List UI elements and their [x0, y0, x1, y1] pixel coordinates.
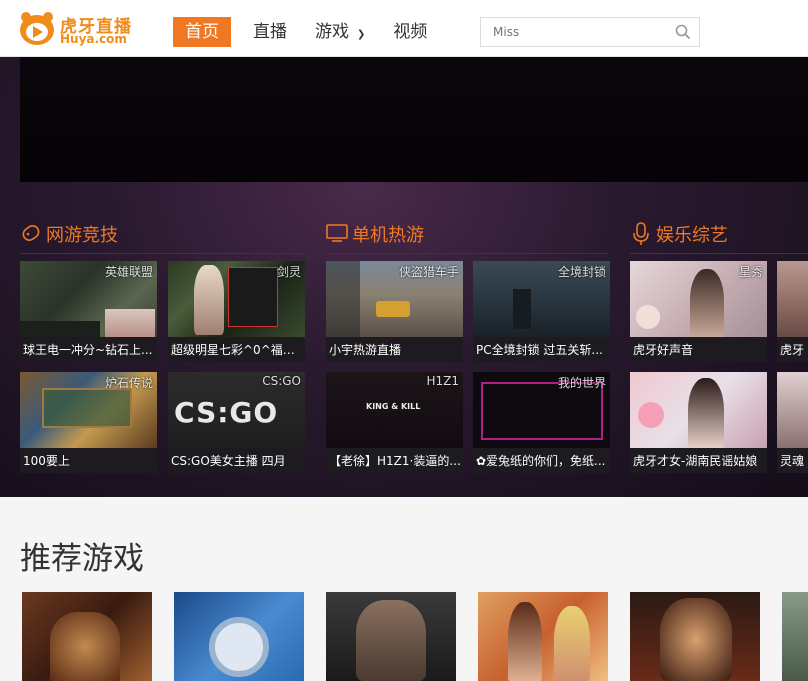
streamer-figure	[690, 269, 724, 337]
game-tile[interactable]	[326, 592, 456, 681]
recommended-games-title: 推荐游戏	[20, 541, 144, 577]
live-card-title: 虎牙才女-湖南民谣姑娘	[633, 454, 758, 468]
live-card-title: 虎牙	[780, 343, 805, 357]
mascot	[638, 402, 664, 428]
live-card[interactable]: 虎牙才女-湖南民谣姑娘	[630, 372, 767, 473]
section-header-entertainment: 娱乐综艺	[630, 218, 808, 254]
game-art	[660, 598, 732, 681]
game-art	[554, 606, 590, 681]
category-tag: 我的世界	[557, 376, 606, 390]
featured-live-area: 网游竞技 单机热游 娱乐综艺 英雄联盟 球王电一冲分~钻石上... 剑灵 超级明…	[0, 57, 808, 497]
game-hud	[20, 321, 100, 337]
game-art	[50, 612, 120, 681]
live-thumbnail	[777, 261, 808, 337]
h1z1-banner-text: KING & KILL	[366, 402, 421, 411]
live-card[interactable]: KING & KILL H1Z1 【老徐】H1Z1·装逼的...	[326, 372, 463, 473]
category-tag: 侠盗猎车手	[398, 265, 459, 279]
building	[326, 261, 360, 337]
game-tile[interactable]	[630, 592, 760, 681]
overlay-panel	[228, 267, 278, 327]
section-header-online-games: 网游竞技	[20, 218, 305, 254]
nav-home[interactable]: 首页	[173, 17, 231, 47]
game-tile[interactable]	[782, 592, 808, 681]
live-card-title: 虎牙好声音	[633, 343, 694, 357]
live-card[interactable]: 英雄联盟 球王电一冲分~钻石上...	[20, 261, 157, 362]
live-card[interactable]: 虎牙	[777, 261, 808, 362]
csgo-logo-text: CS:GO	[174, 396, 279, 429]
live-card-title: 超级明星七彩^0^福利...	[171, 343, 303, 357]
game-art	[508, 602, 542, 681]
nav-live[interactable]: 直播	[253, 17, 287, 47]
nav-video[interactable]: 视频	[393, 17, 427, 47]
search-box	[480, 17, 700, 47]
section-title[interactable]: 网游竞技	[46, 221, 118, 247]
live-card-title: 小宇热游直播	[329, 343, 402, 357]
microphone-icon	[633, 222, 649, 245]
section-title[interactable]: 娱乐综艺	[656, 221, 728, 247]
nav-games-label: 游戏	[315, 22, 349, 42]
live-card[interactable]: 剑灵 超级明星七彩^0^福利...	[168, 261, 305, 362]
live-card[interactable]: 侠盗猎车手 小宇热游直播	[326, 261, 463, 362]
live-thumbnail	[630, 372, 767, 448]
live-thumbnail	[777, 372, 808, 448]
huya-logo[interactable]: 虎牙直播 Huya.com	[18, 10, 133, 48]
live-card-title: 100要上	[23, 454, 70, 468]
game-art	[356, 600, 426, 681]
car	[376, 301, 410, 317]
tiger-logo-icon	[20, 12, 54, 45]
live-card-title: 灵魂	[780, 454, 805, 468]
top-navigation-bar: 虎牙直播 Huya.com 首页 直播 游戏 ❯ 视频	[0, 0, 808, 57]
section-header-single-player: 单机热游	[326, 218, 609, 254]
search-icon[interactable]	[675, 24, 691, 40]
main-nav: 首页 直播 游戏 ❯ 视频	[173, 17, 455, 47]
game-tile[interactable]	[174, 592, 304, 681]
streamer-cam	[105, 309, 155, 337]
category-tag: H1Z1	[426, 374, 459, 388]
category-tag: 剑灵	[276, 265, 301, 279]
live-card-title: 球王电一冲分~钻石上...	[23, 343, 153, 357]
character-figure	[194, 265, 224, 335]
gamepad-icon	[22, 225, 40, 241]
chevron-down-icon: ❯	[357, 29, 366, 40]
game-tile[interactable]	[478, 592, 608, 681]
logo-domain: Huya.com	[60, 32, 127, 46]
live-card-title: PC全境封锁 过五关斩...	[476, 343, 603, 357]
live-card-title: CS:GO美女主播 四月	[171, 454, 286, 468]
live-card[interactable]: 星秀 虎牙好声音	[630, 261, 767, 362]
category-tag: 英雄联盟	[104, 265, 153, 279]
game-board	[42, 388, 132, 428]
nav-games[interactable]: 游戏 ❯	[315, 17, 365, 47]
game-tile[interactable]	[22, 592, 152, 681]
video-player[interactable]	[20, 57, 808, 182]
soldier-figure	[513, 289, 531, 329]
search-input[interactable]	[481, 18, 666, 46]
live-card[interactable]: 灵魂	[777, 372, 808, 473]
film-reel-icon	[209, 617, 269, 677]
live-card[interactable]: CS:GO CS:GO CS:GO美女主播 四月	[168, 372, 305, 473]
section-title[interactable]: 单机热游	[352, 221, 424, 247]
category-tag: 星秀	[738, 265, 763, 279]
mascot	[636, 305, 660, 329]
category-tag: 炉石传说	[104, 376, 153, 390]
live-card[interactable]: 我的世界 ✿爱兔纸的你们，免纸...	[473, 372, 610, 473]
live-card-title: 【老徐】H1Z1·装逼的...	[329, 454, 461, 468]
category-tag: CS:GO	[262, 374, 301, 388]
live-card[interactable]: 全境封锁 PC全境封锁 过五关斩...	[473, 261, 610, 362]
streamer-figure	[688, 378, 724, 448]
live-card-title: ✿爱兔纸的你们，免纸...	[476, 454, 606, 468]
monitor-icon	[326, 224, 348, 242]
live-card[interactable]: 炉石传说 100要上	[20, 372, 157, 473]
category-tag: 全境封锁	[557, 265, 606, 279]
